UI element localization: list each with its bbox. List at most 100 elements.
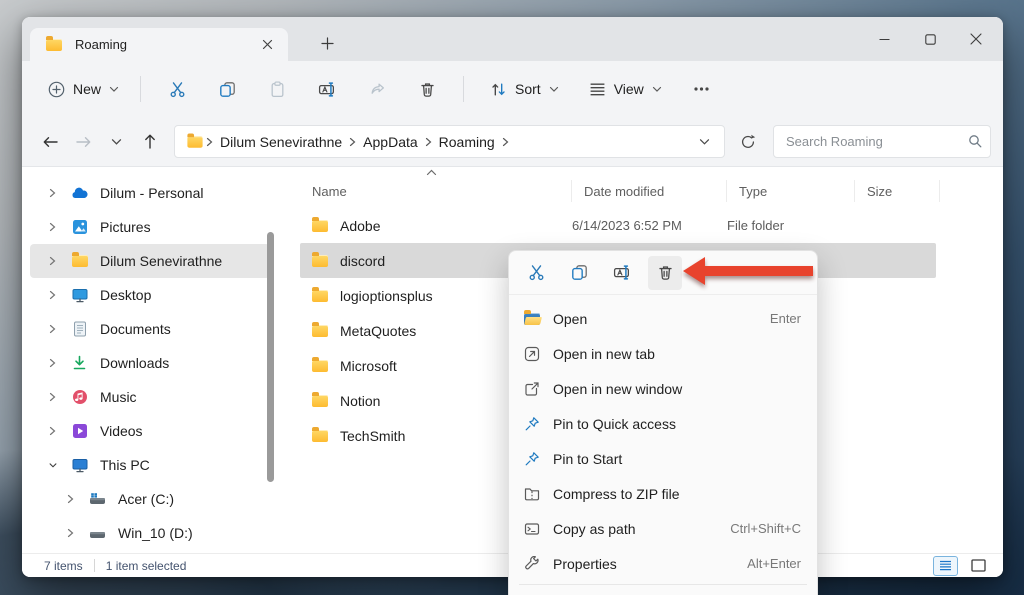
music-icon xyxy=(71,389,88,405)
cut-button[interactable] xyxy=(519,256,553,290)
sidebar-item-videos[interactable]: Videos xyxy=(30,414,270,448)
menu-item-open-in-new-tab[interactable]: Open in new tab xyxy=(509,336,817,371)
sidebar-item-drive-c[interactable]: Acer (C:) xyxy=(30,482,270,516)
item-count: 7 items xyxy=(44,558,83,573)
column-header-size[interactable]: Size xyxy=(855,180,940,202)
expand-chevron-icon[interactable] xyxy=(48,425,58,437)
rename-button[interactable] xyxy=(605,256,639,290)
window-controls xyxy=(861,23,999,55)
breadcrumb-roaming[interactable]: Roaming xyxy=(435,131,499,153)
file-date-modified: 6/14/2023 6:52 PM xyxy=(572,218,682,233)
menu-item-pin-to-quick-access[interactable]: Pin to Quick access xyxy=(509,406,817,441)
sort-button-label: Sort xyxy=(515,81,541,97)
menu-item-copy-as-path[interactable]: Copy as path Ctrl+Shift+C xyxy=(509,511,817,546)
breadcrumb-user[interactable]: Dilum Senevirathne xyxy=(216,131,346,153)
sidebar-item-pictures[interactable]: Pictures xyxy=(30,210,270,244)
menu-item-properties[interactable]: Properties Alt+Enter xyxy=(509,546,817,581)
paste-button[interactable] xyxy=(255,70,299,108)
forward-button[interactable] xyxy=(67,125,100,158)
collapse-chevron-icon[interactable] xyxy=(48,461,58,470)
sidebar-item-documents[interactable]: Documents xyxy=(30,312,270,346)
menu-item-show-more-options[interactable] xyxy=(509,588,817,595)
rename-button[interactable] xyxy=(305,70,349,108)
desktop-icon xyxy=(71,288,88,303)
search-input[interactable] xyxy=(773,125,991,158)
open-folder-icon xyxy=(523,309,541,325)
minimize-button[interactable] xyxy=(861,23,907,55)
sidebar-item-music[interactable]: Music xyxy=(30,380,270,414)
delete-button[interactable] xyxy=(405,70,449,108)
column-header-date-modified[interactable]: Date modified xyxy=(572,180,727,202)
maximize-button[interactable] xyxy=(907,23,953,55)
sort-button[interactable]: Sort xyxy=(481,74,568,105)
expand-chevron-icon[interactable] xyxy=(48,221,58,233)
address-bar[interactable]: Dilum Senevirathne AppData Roaming xyxy=(174,125,725,158)
menu-item-open[interactable]: Open Enter xyxy=(509,301,817,336)
sidebar-item-user-folder[interactable]: Dilum Senevirathne xyxy=(30,244,270,278)
up-button[interactable] xyxy=(133,125,166,158)
close-button[interactable] xyxy=(953,23,999,55)
see-more-button[interactable] xyxy=(680,70,724,108)
tab-close-button[interactable] xyxy=(256,34,278,56)
share-button[interactable] xyxy=(355,70,399,108)
menu-divider xyxy=(519,584,807,585)
trash-icon xyxy=(658,266,672,280)
menu-item-pin-to-start[interactable]: Pin to Start xyxy=(509,441,817,476)
breadcrumb-appdata[interactable]: AppData xyxy=(359,131,421,153)
sidebar-item-label: Pictures xyxy=(100,219,151,235)
onedrive-cloud-icon xyxy=(71,187,88,199)
rename-icon xyxy=(613,265,629,280)
view-button[interactable]: View xyxy=(580,74,671,104)
menu-item-compress-to-zip[interactable]: Compress to ZIP file xyxy=(509,476,817,511)
details-view-button[interactable] xyxy=(933,555,958,576)
context-menu-items: Open Enter Open in new tab Open in new w… xyxy=(509,295,817,595)
back-button[interactable] xyxy=(34,125,67,158)
breadcrumb-chevron-icon xyxy=(206,137,213,146)
folder-icon xyxy=(46,35,62,51)
share-icon xyxy=(371,83,384,94)
address-dropdown-button[interactable] xyxy=(692,138,716,146)
minimize-icon xyxy=(879,38,889,40)
cut-button[interactable] xyxy=(155,70,199,108)
menu-item-open-in-new-window[interactable]: Open in new window xyxy=(509,371,817,406)
recent-locations-button[interactable] xyxy=(100,125,133,158)
expand-chevron-icon[interactable] xyxy=(66,527,76,539)
expand-chevron-icon[interactable] xyxy=(48,357,58,369)
sidebar-item-onedrive[interactable]: Dilum - Personal xyxy=(30,176,270,210)
tab-roaming[interactable]: Roaming xyxy=(30,28,288,61)
expand-chevron-icon[interactable] xyxy=(66,493,76,505)
delete-button[interactable] xyxy=(648,255,682,290)
arrow-right-icon xyxy=(76,136,91,147)
sidebar-item-downloads[interactable]: Downloads xyxy=(30,346,270,380)
copy-button[interactable] xyxy=(205,70,249,108)
sidebar-item-this-pc[interactable]: This PC xyxy=(30,448,270,482)
view-button-label: View xyxy=(613,81,644,97)
search-icon xyxy=(969,135,982,148)
sidebar-item-desktop[interactable]: Desktop xyxy=(30,278,270,312)
expand-chevron-icon[interactable] xyxy=(48,255,58,267)
file-name: logioptionsplus xyxy=(340,287,433,304)
copy-as-path-icon xyxy=(523,522,541,536)
sidebar-item-label: Dilum Senevirathne xyxy=(100,253,223,269)
pin-icon xyxy=(523,416,541,432)
refresh-button[interactable] xyxy=(731,125,765,158)
expand-chevron-icon[interactable] xyxy=(48,323,58,335)
expand-chevron-icon[interactable] xyxy=(48,187,58,199)
sidebar-scrollbar[interactable] xyxy=(267,232,274,482)
sidebar-item-drive-d[interactable]: Win_10 (D:) xyxy=(30,516,270,550)
new-button[interactable]: New xyxy=(38,74,129,105)
thumbnail-view-button[interactable] xyxy=(967,556,989,576)
file-row-adobe[interactable]: Adobe 6/14/2023 6:52 PM File folder xyxy=(300,208,936,243)
file-type: File folder xyxy=(727,218,785,233)
expand-chevron-icon[interactable] xyxy=(48,289,58,301)
column-header-name[interactable]: Name xyxy=(300,180,572,202)
expand-chevron-icon[interactable] xyxy=(48,391,58,403)
view-lines-icon xyxy=(590,82,605,95)
selection-count: 1 item selected xyxy=(105,558,187,573)
copy-button[interactable] xyxy=(562,256,596,290)
new-tab-button[interactable] xyxy=(314,31,340,55)
details-view-icon xyxy=(940,560,951,571)
column-header-type[interactable]: Type xyxy=(727,180,855,202)
drive-d-icon xyxy=(89,526,106,540)
sidebar-item-label: Documents xyxy=(100,321,171,337)
